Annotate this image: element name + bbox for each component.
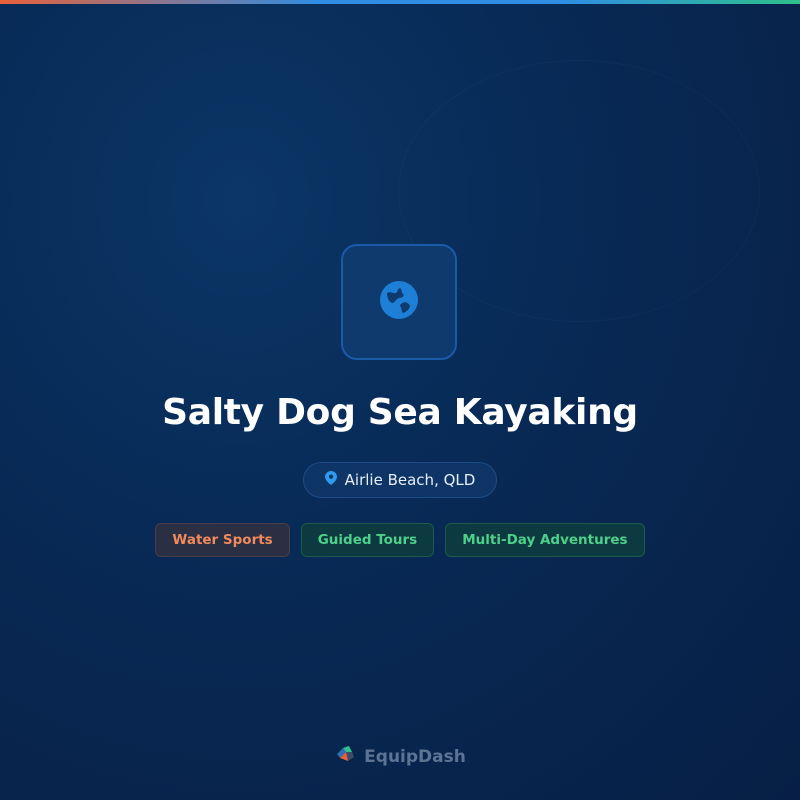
brand-name: EquipDash	[364, 746, 466, 767]
equipdash-logo-icon	[334, 744, 356, 769]
globe-icon	[378, 279, 420, 325]
category-tag-water-sports[interactable]: Water Sports	[155, 523, 290, 557]
location-badge: Airlie Beach, QLD	[303, 462, 497, 498]
category-tag-multi-day-adventures[interactable]: Multi-Day Adventures	[445, 523, 645, 557]
category-tags: Water Sports Guided Tours Multi-Day Adve…	[0, 523, 800, 557]
category-tag-guided-tours[interactable]: Guided Tours	[300, 523, 435, 557]
brand-footer: EquipDash	[0, 744, 800, 769]
map-pin-icon	[324, 471, 337, 489]
location-text: Airlie Beach, QLD	[344, 471, 476, 489]
listing-logo	[341, 244, 457, 360]
top-accent-bar	[0, 0, 800, 4]
listing-title: Salty Dog Sea Kayaking	[162, 392, 638, 433]
